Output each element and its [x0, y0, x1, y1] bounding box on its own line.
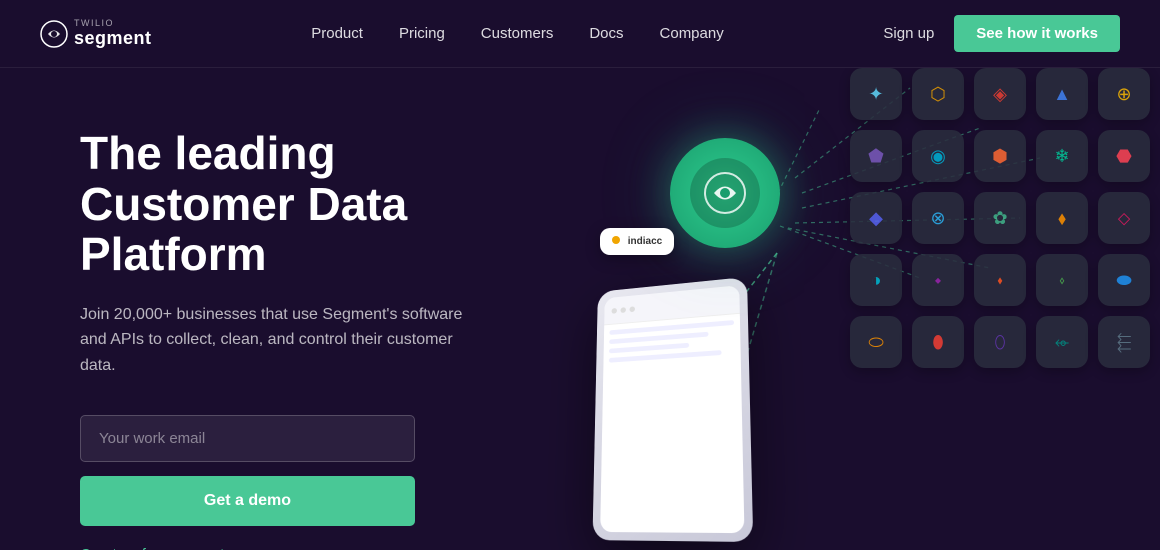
nav-pricing[interactable]: Pricing: [399, 25, 445, 42]
integration-card-9: ⬣: [1098, 130, 1150, 182]
indiacc-label: indiacc: [628, 236, 662, 247]
indiacc-dot: [612, 236, 620, 244]
get-demo-button[interactable]: Get a demo: [80, 476, 415, 526]
signup-button[interactable]: Sign up: [883, 25, 934, 42]
phone-screen: [600, 285, 744, 533]
integration-card-3: ▲: [1036, 68, 1088, 120]
indiacc-card: indiacc: [600, 228, 674, 255]
phone-mockup: [592, 277, 753, 542]
nav-company[interactable]: Company: [660, 25, 724, 42]
phone-content-line: [609, 343, 689, 354]
hero-subtitle: Join 20,000+ businesses that use Segment…: [80, 302, 470, 379]
brand-company: twilio: [74, 19, 152, 28]
integration-card-21: ⬮: [912, 316, 964, 368]
chevron-right-icon: ›: [229, 546, 234, 550]
integration-card-4: ⊕: [1098, 68, 1150, 120]
integration-card-0: ✦: [850, 68, 902, 120]
hero-content: The leading Customer Data Platform Join …: [80, 118, 540, 550]
nav-product[interactable]: Product: [311, 25, 363, 42]
integration-card-17: ⬪: [974, 254, 1026, 306]
logo-icon: [40, 20, 68, 48]
see-how-it-works-button[interactable]: See how it works: [954, 15, 1120, 52]
integration-card-15: ◑: [850, 254, 902, 306]
email-input[interactable]: [80, 415, 415, 462]
segment-hub: [670, 138, 780, 248]
integration-card-16: ⬩: [912, 254, 964, 306]
integration-card-7: ⬢: [974, 130, 1026, 182]
integrations-grid: ✦⬡◈▲⊕ ⬟◉⬢❄⬣ ◆⊗✿⬧⬦ ◑⬩⬪⬫⬬ ⬭⬮⬯⬰⬱: [850, 68, 1150, 368]
logo[interactable]: twilio segment: [40, 19, 152, 49]
integration-card-12: ✿: [974, 192, 1026, 244]
navbar: twilio segment Product Pricing Customers…: [0, 0, 1160, 68]
integration-card-23: ⬰: [1036, 316, 1088, 368]
integration-card-6: ◉: [912, 130, 964, 182]
hero-illustration: ✦⬡◈▲⊕ ⬟◉⬢❄⬣ ◆⊗✿⬧⬦ ◑⬩⬪⬫⬬ ⬭⬮⬯⬰⬱: [540, 68, 1160, 550]
hero-title: The leading Customer Data Platform: [80, 128, 540, 280]
nav-links: Product Pricing Customers Docs Company: [311, 25, 723, 43]
segment-hub-inner: [690, 158, 760, 228]
phone-dot-3: [629, 306, 634, 312]
integration-card-18: ⬫: [1036, 254, 1088, 306]
integration-card-2: ◈: [974, 68, 1026, 120]
integration-card-24: ⬱: [1098, 316, 1150, 368]
integration-card-5: ⬟: [850, 130, 902, 182]
integration-card-8: ❄: [1036, 130, 1088, 182]
nav-customers[interactable]: Customers: [481, 25, 554, 42]
phone-screen-content: [603, 314, 741, 374]
phone-dot-1: [612, 307, 617, 313]
phone-dot-2: [620, 307, 625, 313]
create-free-account-link[interactable]: Create a free account ›: [80, 546, 540, 550]
brand-product: segment: [74, 28, 152, 49]
integration-card-13: ⬧: [1036, 192, 1088, 244]
segment-logo-hub: [700, 168, 750, 218]
phone-content-line: [609, 320, 734, 335]
hero-section: The leading Customer Data Platform Join …: [0, 68, 1160, 550]
integration-card-14: ⬦: [1098, 192, 1150, 244]
create-account-label: Create a free account: [80, 546, 224, 550]
nav-docs[interactable]: Docs: [589, 25, 623, 42]
integration-card-1: ⬡: [912, 68, 964, 120]
nav-actions: Sign up See how it works: [883, 15, 1120, 52]
integration-card-20: ⬭: [850, 316, 902, 368]
integration-card-19: ⬬: [1098, 254, 1150, 306]
integration-card-22: ⬯: [974, 316, 1026, 368]
integration-card-10: ◆: [850, 192, 902, 244]
integration-card-11: ⊗: [912, 192, 964, 244]
